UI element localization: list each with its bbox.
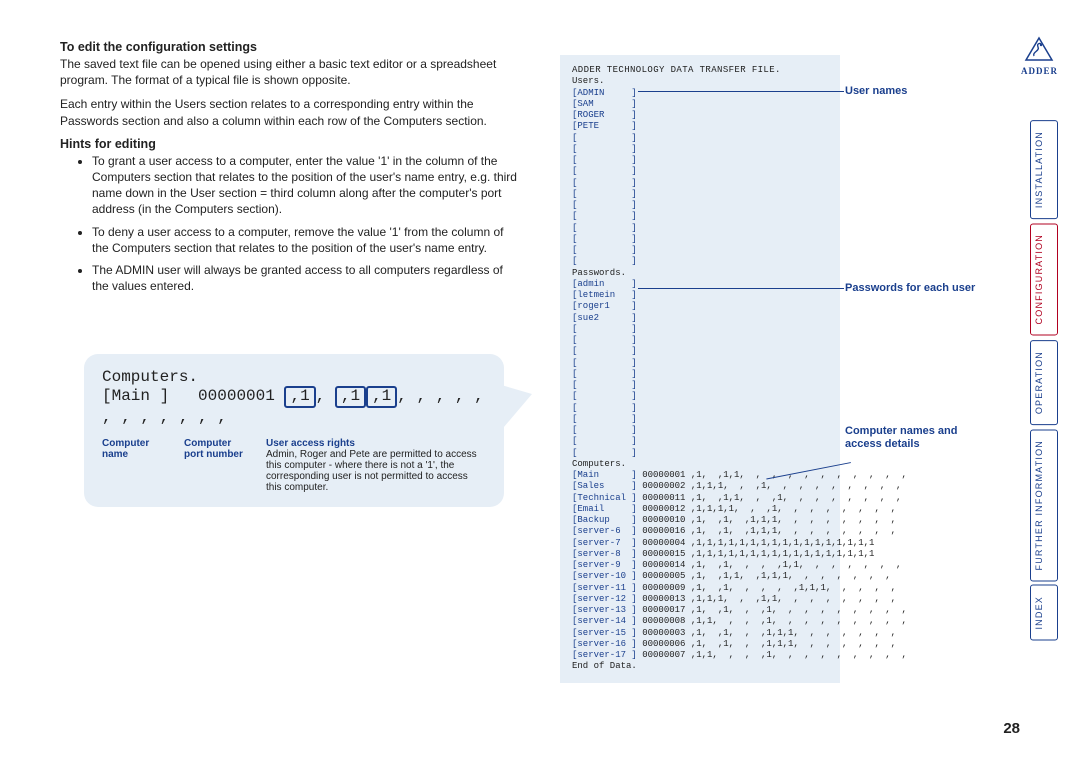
- data-file-preview: ADDER TECHNOLOGY DATA TRANSFER FILE. Use…: [560, 55, 840, 683]
- callout-port: 00000001: [198, 387, 275, 405]
- nav-operation[interactable]: OPERATION: [1030, 340, 1058, 425]
- nav-configuration[interactable]: CONFIGURATION: [1030, 223, 1058, 335]
- callout-bit-1: ,1: [284, 386, 315, 408]
- hint-item: The ADMIN user will always be granted ac…: [92, 262, 520, 294]
- annotation-line: [638, 91, 844, 92]
- annotation-user-names: User names: [845, 85, 907, 98]
- callout-bit-4: ,1: [366, 386, 397, 408]
- hints-list: To grant a user access to a computer, en…: [60, 153, 520, 295]
- heading-edit-config: To edit the configuration settings: [60, 40, 520, 54]
- annotation-computers: Computer names and access details: [845, 425, 985, 451]
- callout-bubble: Computers. [Main ] 00000001 ,1, ,1,1, , …: [84, 354, 504, 507]
- nav-index[interactable]: INDEX: [1030, 585, 1058, 641]
- callout-labels: Computer name Computer port number User …: [102, 438, 486, 493]
- callout-row: [Main ] 00000001 ,1, ,1,1, , , , , , , ,…: [102, 386, 486, 426]
- callout-bit-3: ,1: [335, 386, 366, 408]
- label-user-access: User access rights: [266, 438, 486, 449]
- annotation-line: [638, 288, 844, 289]
- side-nav: INSTALLATION CONFIGURATION OPERATION FUR…: [1030, 120, 1058, 641]
- callout-computer-name: [Main ]: [102, 387, 169, 405]
- page-number: 28: [1003, 720, 1020, 737]
- heading-hints: Hints for editing: [60, 137, 520, 151]
- hint-item: To grant a user access to a computer, en…: [92, 153, 520, 218]
- nav-further-information[interactable]: FURTHER INFORMATION: [1030, 429, 1058, 581]
- label-user-access-desc: Admin, Roger and Pete are permitted to a…: [266, 449, 486, 493]
- annotation-passwords: Passwords for each user: [845, 282, 975, 295]
- label-computer-port: Computer port number: [184, 438, 246, 460]
- adder-snake-icon: [1022, 36, 1056, 64]
- left-column: To edit the configuration settings The s…: [60, 40, 520, 507]
- nav-installation[interactable]: INSTALLATION: [1030, 120, 1058, 219]
- paragraph-1: The saved text file can be opened using …: [60, 56, 520, 88]
- callout-title: Computers.: [102, 368, 486, 386]
- brand-logo: ADDER: [1021, 36, 1058, 76]
- brand-text: ADDER: [1021, 66, 1058, 76]
- paragraph-2: Each entry within the Users section rela…: [60, 96, 520, 128]
- label-computer-name: Computer name: [102, 438, 164, 460]
- hint-item: To deny a user access to a computer, rem…: [92, 224, 520, 256]
